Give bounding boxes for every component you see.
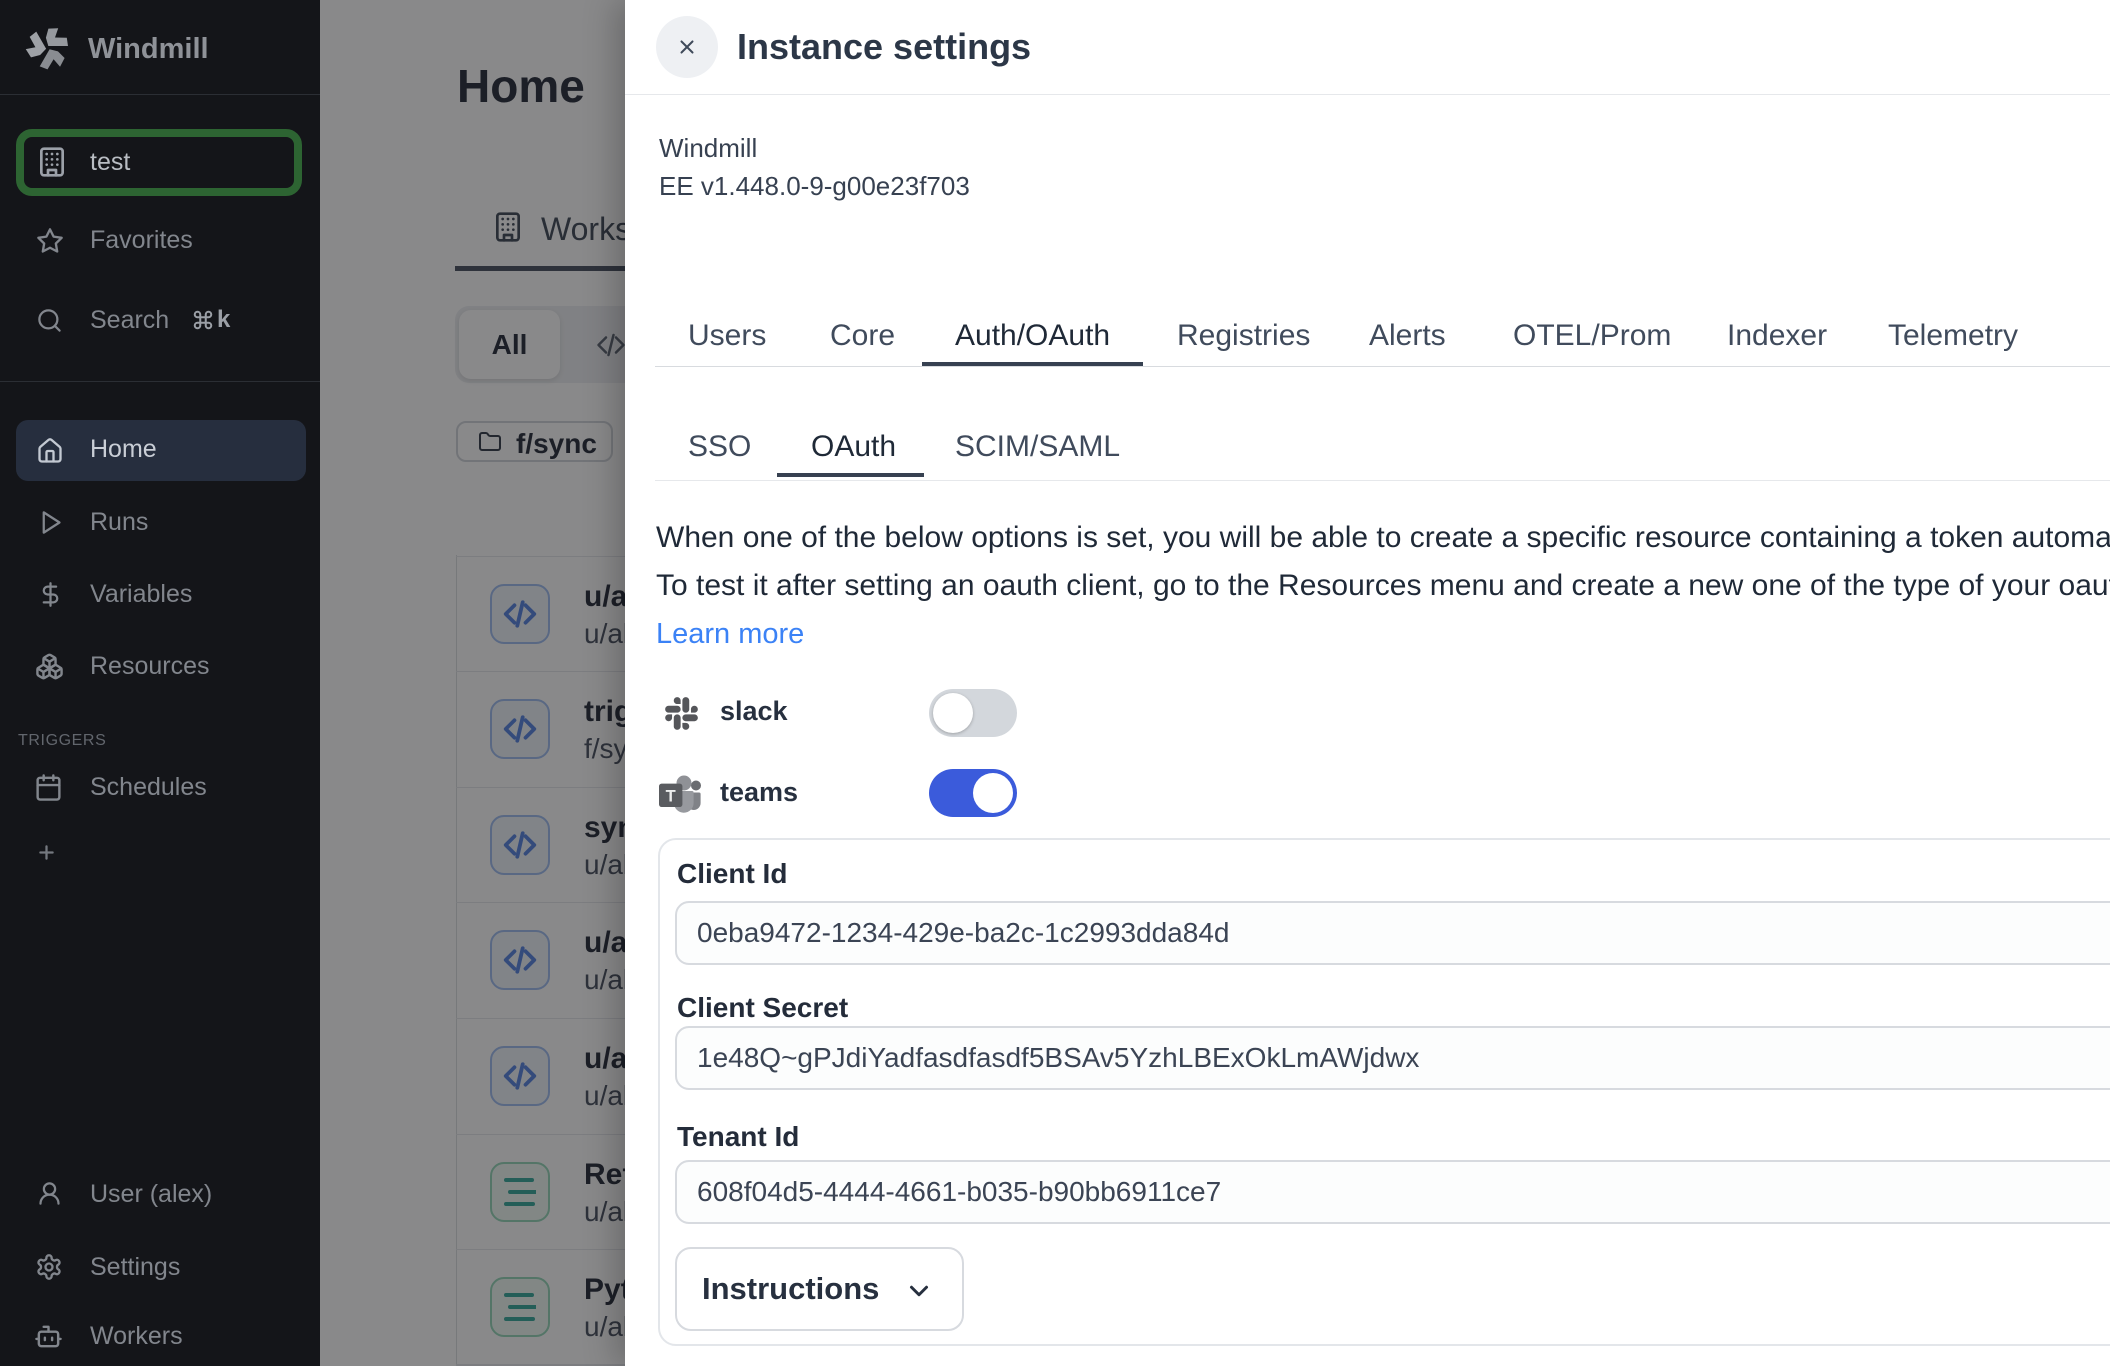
svg-text:T: T bbox=[666, 788, 676, 806]
